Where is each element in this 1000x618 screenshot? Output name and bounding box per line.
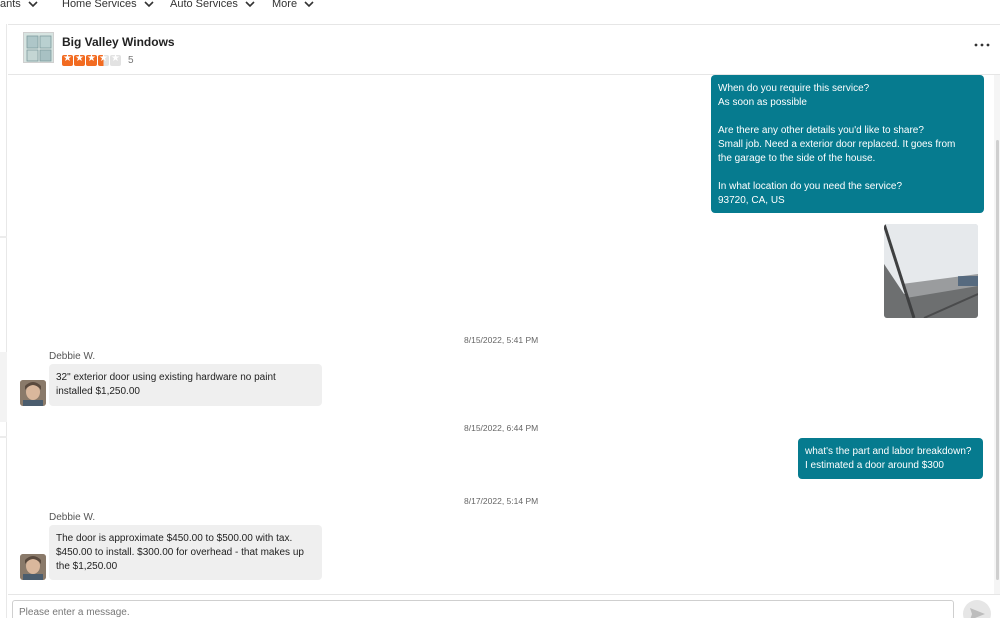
incoming-message: The door is approximate $450.00 to $500.… [49, 525, 322, 580]
chevron-down-icon [304, 1, 314, 8]
nav-item-auto-services[interactable]: Auto Services [170, 0, 256, 10]
message-line: Are there any other details you'd like t… [718, 125, 924, 136]
message-line: installed $1,250.00 [56, 386, 140, 397]
nav-item-label: ants [0, 0, 21, 10]
star-icon [62, 53, 73, 66]
message-timestamp: 8/15/2022, 5:41 PM [464, 335, 539, 345]
message-timestamp: 8/17/2022, 5:14 PM [464, 496, 539, 506]
message-line [718, 166, 977, 180]
message-line: the $1,250.00 [56, 561, 118, 572]
chat-header: Big Valley Windows 5 [8, 24, 1000, 75]
divider [0, 236, 7, 238]
message-line: 32" exterior door using existing hardwar… [56, 372, 276, 383]
outgoing-message: When do you require this service? As soo… [711, 75, 984, 213]
message-line: the garage to the side of the house. [718, 153, 876, 164]
avatar[interactable] [20, 380, 46, 406]
incoming-message: 32" exterior door using existing hardwar… [49, 364, 322, 406]
outgoing-message: what's the part and labor breakdown? I e… [798, 438, 983, 479]
more-options-button[interactable] [974, 35, 990, 53]
message-line: In what location do you need the service… [718, 181, 903, 192]
message-line: 93720, CA, US [718, 195, 785, 206]
business-name[interactable]: Big Valley Windows [62, 35, 175, 49]
chevron-down-icon [28, 1, 38, 8]
left-panel-item [0, 352, 7, 422]
nav-item-label: More [272, 0, 298, 10]
avatar-image [20, 380, 46, 406]
sender-name: Debbie W. [49, 351, 96, 362]
scrollbar-thumb[interactable] [996, 140, 999, 580]
chevron-down-icon [144, 1, 154, 8]
nav-item-restaurants[interactable]: ants [0, 0, 39, 10]
photo-image [884, 224, 978, 318]
review-count: 5 [128, 55, 134, 66]
star-icon [86, 53, 97, 66]
nav-item-label: Auto Services [170, 0, 238, 10]
message-line: When do you require this service? [718, 83, 870, 94]
sender-name: Debbie W. [49, 512, 96, 523]
message-line: what's the part and labor breakdown? [805, 446, 972, 457]
star-empty-icon [110, 53, 121, 66]
divider [0, 436, 7, 438]
message-composer [8, 594, 1000, 618]
send-icon [970, 608, 985, 618]
left-panel-edge [0, 24, 7, 618]
business-thumbnail[interactable] [23, 32, 54, 63]
message-line: The door is approximate $450.00 to $500.… [56, 533, 293, 544]
message-line: I estimated a door around $300 [805, 460, 944, 471]
nav-item-more[interactable]: More [272, 0, 315, 10]
business-logo [24, 33, 53, 62]
message-line: $450.00 to install. $300.00 for overhead… [56, 547, 304, 558]
send-button[interactable] [963, 600, 991, 618]
avatar[interactable] [20, 554, 46, 580]
message-line [718, 110, 977, 124]
message-line: Small job. Need a exterior door replaced… [718, 139, 956, 150]
top-nav: ants Home Services Auto Services More [0, 0, 1000, 24]
message-input[interactable] [12, 600, 954, 618]
nav-item-label: Home Services [62, 0, 137, 10]
avatar-image [20, 554, 46, 580]
nav-item-home-services[interactable]: Home Services [62, 0, 155, 10]
attached-photo[interactable] [884, 224, 978, 318]
star-icon [74, 53, 85, 66]
message-timestamp: 8/15/2022, 6:44 PM [464, 423, 539, 433]
star-half-icon [98, 53, 109, 66]
chevron-down-icon [245, 1, 255, 8]
message-line: As soon as possible [718, 97, 807, 108]
star-rating [62, 53, 121, 66]
more-horizontal-icon [974, 43, 990, 47]
